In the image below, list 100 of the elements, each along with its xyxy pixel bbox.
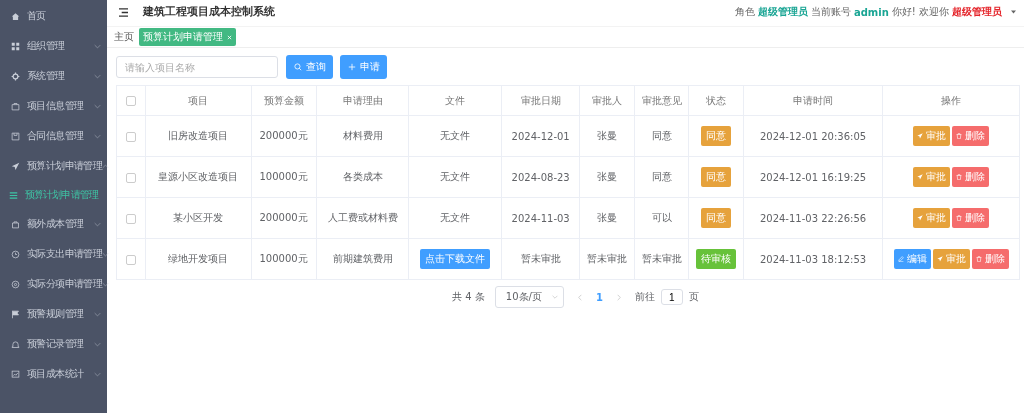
sidebar-item[interactable]: 实际支出申请管理 — [0, 239, 107, 269]
delete-button[interactable]: 删除 — [952, 208, 989, 228]
table-cell: 100000元 — [259, 253, 308, 264]
column-header: 操作 — [941, 94, 961, 106]
table-cell: 张曼 — [596, 171, 617, 182]
plane-icon — [936, 256, 943, 262]
clock-icon — [11, 249, 20, 259]
sidebar-item[interactable]: 首页 — [0, 1, 107, 31]
table-cell: 张曼 — [596, 130, 617, 141]
search-icon — [293, 63, 302, 71]
column-header: 状态 — [706, 94, 727, 106]
app-title: 建筑工程项目成本控制系统 — [143, 5, 275, 19]
bell-icon — [11, 339, 20, 349]
previous-page-icon[interactable] — [577, 293, 582, 301]
sidebar-subitem[interactable]: 预算计划申请管理 — [0, 181, 107, 209]
user-info-text: admin — [853, 6, 889, 18]
home-tab[interactable]: 主页 — [114, 30, 134, 44]
delete-button[interactable]: 删除 — [952, 126, 989, 146]
column-header: 申请时间 — [793, 94, 833, 106]
sidebar-item[interactable]: 系统管理 — [0, 61, 107, 91]
table-cell: 皇源小区改造项目 — [158, 171, 239, 182]
checkbox[interactable] — [126, 254, 136, 265]
trash-icon — [956, 215, 962, 221]
sidebar-item[interactable]: 合同信息管理 — [0, 121, 107, 151]
add-button[interactable]: 申请 — [340, 55, 387, 79]
table-cell: 200000元 — [259, 212, 308, 223]
grid-icon — [11, 41, 20, 51]
user-info-text: 你好! 欢迎你 — [891, 5, 949, 19]
sidebar-item[interactable]: 预警规则管理 — [0, 299, 107, 329]
close-icon[interactable] — [227, 34, 232, 40]
status-tag: 待审核 — [696, 249, 737, 269]
page-input[interactable]: 1 — [660, 289, 683, 305]
save-icon — [11, 131, 20, 141]
table-cell: 张曼 — [596, 212, 617, 223]
sidebar-item[interactable]: 实际分项申请管理 — [0, 269, 107, 299]
goto-label: 前往 — [634, 290, 655, 304]
table-cell: 可以 — [651, 212, 672, 223]
table-cell: 同意 — [651, 171, 672, 182]
column-header: 文件 — [445, 94, 466, 106]
flag-icon — [11, 309, 20, 319]
menu-icon[interactable] — [118, 7, 129, 17]
table-cell: 100000元 — [259, 171, 308, 182]
user-info-text: 角色 — [734, 5, 755, 19]
column-header: 申请理由 — [342, 94, 383, 106]
trash-icon — [956, 174, 962, 180]
trash-icon — [956, 133, 962, 139]
status-tag: 同意 — [701, 208, 732, 228]
disc-icon — [11, 279, 20, 289]
table-cell: 某小区开发 — [173, 212, 224, 223]
sidebar-item[interactable]: 预算计划申请管理 — [0, 151, 107, 181]
plus-icon — [347, 63, 356, 71]
sidebar-item[interactable]: 预警记录管理 — [0, 329, 107, 359]
search-field[interactable]: 请输入项目名称 — [116, 56, 278, 78]
table-cell: 2024-11-03 18:12:53 — [759, 253, 867, 265]
table-cell: 旧房改造项目 — [168, 130, 229, 141]
search-button[interactable]: 查询 — [286, 55, 333, 79]
table-cell: 前期建筑费用 — [332, 253, 393, 264]
table-cell: 无文件 — [440, 212, 471, 223]
table-cell: 2024-12-01 20:36:05 — [759, 130, 867, 142]
sidebar-item[interactable]: 额外成本管理 — [0, 209, 107, 239]
bag-icon — [11, 219, 20, 229]
table-cell: 2024-12-01 — [511, 130, 570, 142]
user-info-text: 超级管理员 — [757, 5, 808, 19]
edit-button[interactable]: 编辑 — [893, 249, 931, 269]
total-count: 共 4 条 — [452, 290, 485, 304]
caret-icon[interactable] — [1011, 10, 1016, 14]
table-cell: 2024-11-03 — [511, 212, 570, 224]
plane-icon — [917, 133, 923, 139]
checkbox[interactable] — [126, 172, 136, 183]
chevron-icon — [551, 295, 558, 299]
column-header: 预算金额 — [263, 94, 304, 106]
trash-icon — [975, 256, 982, 262]
table-cell: 无文件 — [440, 130, 471, 141]
sidebar-item[interactable]: 项目信息管理 — [0, 91, 107, 121]
table-cell: 同意 — [651, 130, 672, 141]
sidebar-item[interactable]: 组织管理 — [0, 31, 107, 61]
checkbox[interactable] — [126, 213, 136, 224]
page-number[interactable]: 1 — [595, 291, 603, 303]
page-suffix: 页 — [688, 290, 699, 304]
next-page-icon[interactable] — [616, 293, 621, 301]
pencil-icon — [897, 256, 904, 262]
table-cell: 暂未审批 — [586, 253, 627, 264]
checkbox[interactable] — [126, 96, 136, 106]
column-header: 审批意见 — [641, 94, 682, 106]
user-info-text: 超级管理员 — [952, 5, 1002, 19]
table-cell: 2024-11-03 22:26:56 — [759, 212, 867, 224]
status-tag: 同意 — [701, 126, 732, 146]
page-size-select[interactable]: 10条/页 — [494, 286, 564, 308]
table-cell: 2024-12-01 16:19:25 — [759, 171, 867, 183]
column-header: 项目 — [188, 94, 209, 106]
chart-icon — [11, 369, 20, 379]
status-tag: 同意 — [701, 167, 732, 187]
download-button[interactable]: 点击下载文件 — [420, 249, 491, 269]
plane-icon — [11, 161, 20, 171]
plane-icon — [917, 215, 923, 221]
delete-button[interactable]: 删除 — [952, 167, 989, 187]
sidebar-item[interactable]: 项目成本统计 — [0, 359, 107, 389]
checkbox[interactable] — [126, 131, 136, 142]
user-info-text: 当前账号 — [810, 5, 851, 19]
delete-button[interactable]: 删除 — [971, 249, 1009, 269]
